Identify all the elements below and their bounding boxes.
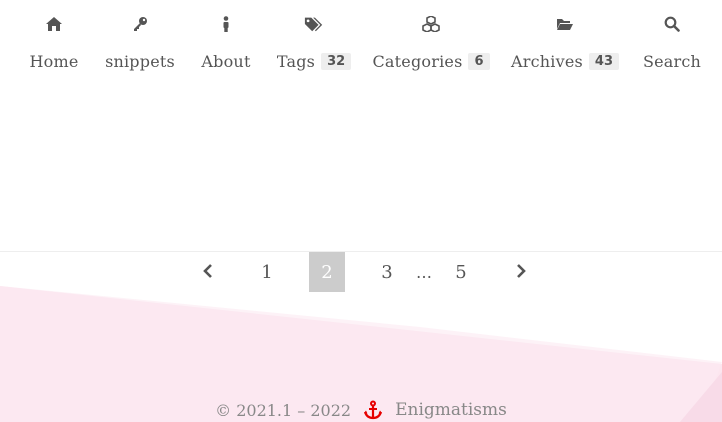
nav-item-snippets[interactable]: snippets: [105, 14, 175, 78]
nav-item-search[interactable]: Search: [642, 14, 702, 78]
site-name-link[interactable]: Enigmatisms: [395, 400, 507, 420]
nav-item-archives[interactable]: Archives 43: [511, 14, 619, 78]
nav-item-home[interactable]: Home: [29, 14, 79, 78]
nav-label-categories: Categories: [372, 52, 463, 71]
key-icon: [130, 14, 150, 34]
nav-label-search: Search: [642, 52, 702, 71]
nav-item-about[interactable]: About: [200, 14, 252, 78]
chevron-right-icon: [516, 262, 526, 283]
prev-page-button[interactable]: [196, 252, 220, 292]
page-link-1[interactable]: 1: [256, 252, 278, 292]
nav-item-categories[interactable]: Categories 6: [372, 14, 490, 78]
nav-label-snippets: snippets: [105, 52, 175, 71]
home-icon: [44, 14, 64, 34]
archives-count-badge: 43: [588, 53, 619, 70]
page-ellipsis: …: [416, 262, 432, 282]
folder-open-icon: [555, 14, 575, 34]
pagination: 1 2 3 … 5: [0, 252, 722, 292]
cubes-icon: [421, 14, 441, 34]
page-link-3[interactable]: 3: [376, 252, 398, 292]
nav-label-tags: Tags: [276, 52, 316, 71]
nav-item-tags[interactable]: Tags 32: [276, 14, 352, 78]
anchor-icon: [363, 400, 383, 420]
nav-label-home: Home: [29, 52, 79, 71]
site-footer: © 2021.1 – 2022 Enigmatisms: [0, 398, 722, 422]
nav-label-about: About: [201, 52, 251, 71]
tags-count-badge: 32: [321, 53, 352, 70]
chevron-left-icon: [203, 262, 213, 283]
page-current-2: 2: [309, 252, 345, 292]
page-link-5[interactable]: 5: [450, 252, 472, 292]
next-page-button[interactable]: [509, 252, 533, 292]
person-icon: [216, 14, 236, 34]
copyright-text: © 2021.1 – 2022: [215, 400, 352, 420]
main-nav: Home snippets About Tags 32 Categories 6: [0, 0, 722, 90]
tags-icon: [304, 14, 324, 34]
search-icon: [662, 14, 682, 34]
nav-label-archives: Archives: [511, 52, 583, 71]
categories-count-badge: 6: [468, 53, 490, 70]
